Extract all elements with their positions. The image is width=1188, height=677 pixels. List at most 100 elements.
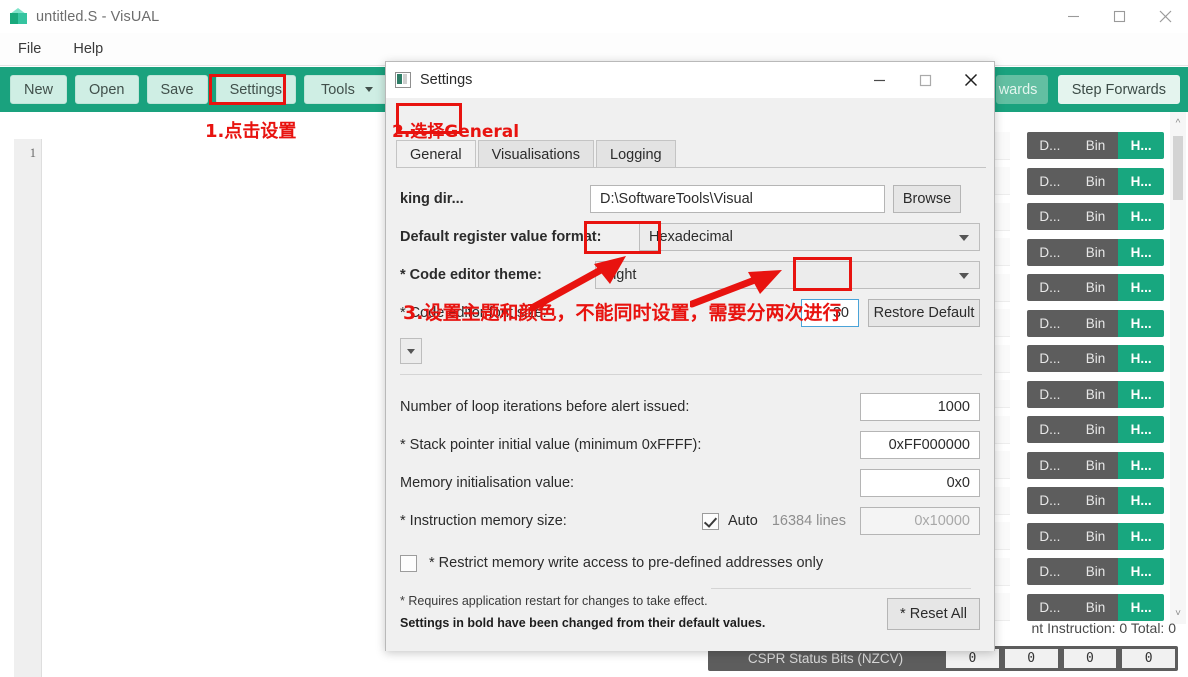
restrict-memory-checkbox[interactable]	[400, 554, 417, 572]
register-row-spacer	[995, 593, 1010, 621]
register-format-segment[interactable]: Bin	[1072, 238, 1119, 266]
register-format-segment[interactable]: D...	[1027, 132, 1073, 159]
screen-root: untitled.S - VisUAL File Help New Open S…	[0, 0, 1188, 677]
register-format-segment[interactable]: H...	[1118, 238, 1164, 266]
register-format-segment[interactable]: Bin	[1072, 451, 1119, 479]
register-format-segment[interactable]: H...	[1118, 274, 1164, 301]
table-row: D... Bin H...	[995, 273, 1188, 302]
register-format-segment[interactable]: D...	[1027, 380, 1073, 408]
settings-title: Settings	[420, 72, 473, 88]
register-format-segment[interactable]: H...	[1118, 558, 1164, 585]
stack-pointer-label: * Stack pointer initial value (minimum 0…	[400, 437, 702, 453]
register-format-toggle: D... Bin H...	[1027, 593, 1164, 621]
register-format-segment[interactable]: Bin	[1072, 522, 1119, 550]
reset-all-button[interactable]: * Reset All	[887, 598, 980, 630]
register-format-toggle: D... Bin H...	[1027, 345, 1164, 372]
register-format-segment[interactable]: H...	[1118, 345, 1164, 372]
settings-minimize-icon[interactable]	[856, 62, 902, 98]
maximize-icon[interactable]	[1096, 0, 1142, 33]
register-format-segment[interactable]: Bin	[1072, 203, 1119, 230]
register-format-segment[interactable]: Bin	[1072, 274, 1119, 301]
step-forwards-button[interactable]: Step Forwards	[1057, 75, 1180, 104]
register-format-segment[interactable]: H...	[1118, 593, 1164, 621]
settings-maximize-icon[interactable]	[902, 62, 948, 98]
save-button[interactable]: Save	[146, 75, 208, 104]
register-format-segment[interactable]: D...	[1027, 416, 1073, 443]
settings-button[interactable]: Settings	[215, 75, 296, 104]
register-format-segment[interactable]: Bin	[1072, 132, 1119, 159]
chevron-down-icon	[364, 87, 373, 92]
close-icon[interactable]	[1142, 0, 1188, 33]
register-format-segment[interactable]: H...	[1118, 309, 1164, 337]
settings-close-icon[interactable]	[948, 62, 994, 98]
register-format-toggle: D... Bin H...	[1027, 203, 1164, 230]
register-format-segment[interactable]: D...	[1027, 345, 1073, 372]
stack-pointer-input[interactable]: 0xFF000000	[860, 431, 980, 459]
register-format-segment[interactable]: D...	[1027, 167, 1073, 195]
step-backwards-button[interactable]: wards	[995, 75, 1048, 104]
register-format-segment[interactable]: Bin	[1072, 345, 1119, 372]
register-format-segment[interactable]: D...	[1027, 203, 1073, 230]
register-format-segment[interactable]: Bin	[1072, 487, 1119, 514]
tools-button[interactable]: Tools	[303, 75, 390, 104]
table-row: D... Bin H...	[995, 344, 1188, 373]
register-format-segment[interactable]: D...	[1027, 238, 1073, 266]
register-format-segment[interactable]: H...	[1118, 522, 1164, 550]
register-format-select[interactable]: Hexadecimal	[639, 223, 980, 251]
memory-init-input[interactable]: 0x0	[860, 469, 980, 497]
register-format-segment[interactable]: Bin	[1072, 309, 1119, 337]
instruction-memory-input[interactable]: 0x10000	[860, 507, 980, 535]
register-format-toggle: D... Bin H...	[1027, 558, 1164, 585]
tab-visualisations[interactable]: Visualisations	[477, 140, 594, 168]
register-format-segment[interactable]: H...	[1118, 380, 1164, 408]
register-format-segment[interactable]: H...	[1118, 487, 1164, 514]
register-format-segment[interactable]: H...	[1118, 132, 1164, 159]
editor-color-select[interactable]	[400, 338, 422, 364]
restore-default-button[interactable]: Restore Default	[868, 299, 980, 327]
browse-button[interactable]: Browse	[893, 185, 961, 213]
cpsr-label: CSPR Status Bits (NZCV)	[747, 651, 904, 666]
memory-init-label: Memory initialisation value:	[400, 475, 575, 491]
register-format-segment[interactable]: Bin	[1072, 167, 1119, 195]
settings-window-controls	[856, 62, 994, 98]
minimize-icon[interactable]	[1050, 0, 1096, 33]
tab-logging[interactable]: Logging	[596, 140, 676, 168]
register-format-segment[interactable]: H...	[1118, 416, 1164, 443]
open-button[interactable]: Open	[75, 75, 139, 104]
register-format-segment[interactable]: H...	[1118, 203, 1164, 230]
register-format-segment[interactable]: Bin	[1072, 593, 1119, 621]
register-format-segment[interactable]: H...	[1118, 451, 1164, 479]
loop-iterations-input[interactable]: 1000	[860, 393, 980, 421]
working-dir-input[interactable]: D:\SoftwareTools\Visual	[590, 185, 885, 213]
tab-general[interactable]: General	[396, 140, 476, 168]
register-format-segment[interactable]: D...	[1027, 558, 1073, 585]
register-format-segment[interactable]: D...	[1027, 309, 1073, 337]
scroll-up-icon[interactable]: ^	[1170, 114, 1186, 132]
register-panel-scrollbar[interactable]: ^ ˅	[1170, 112, 1186, 624]
register-format-segment[interactable]: D...	[1027, 593, 1073, 621]
table-row: D... Bin H...	[995, 557, 1188, 586]
register-row-spacer	[995, 451, 1010, 479]
auto-label: Auto	[727, 513, 758, 529]
register-format-segment[interactable]: D...	[1027, 274, 1073, 301]
menu-item-file[interactable]: File	[18, 41, 41, 57]
editor-theme-row: * Code editor theme: Light	[400, 260, 980, 290]
auto-memory-checkbox[interactable]	[701, 512, 719, 530]
register-format-segment[interactable]: Bin	[1072, 416, 1119, 443]
table-row: D... Bin H...	[995, 522, 1188, 550]
register-format-label: Default register value format:	[400, 229, 602, 245]
scrollbar-thumb[interactable]	[1173, 136, 1183, 200]
register-format-toggle: D... Bin H...	[1027, 274, 1164, 301]
main-window-controls	[1050, 0, 1188, 33]
new-button[interactable]: New	[10, 75, 68, 104]
menu-item-help[interactable]: Help	[73, 41, 103, 57]
register-format-segment[interactable]: D...	[1027, 522, 1073, 550]
register-format-segment[interactable]: H...	[1118, 167, 1164, 195]
register-format-segment[interactable]: Bin	[1072, 558, 1119, 585]
register-format-segment[interactable]: D...	[1027, 487, 1073, 514]
chevron-down-icon	[407, 349, 415, 354]
section-divider-1	[400, 374, 982, 375]
editor-theme-select[interactable]: Light	[595, 261, 980, 289]
register-format-segment[interactable]: Bin	[1072, 380, 1119, 408]
register-format-segment[interactable]: D...	[1027, 451, 1073, 479]
